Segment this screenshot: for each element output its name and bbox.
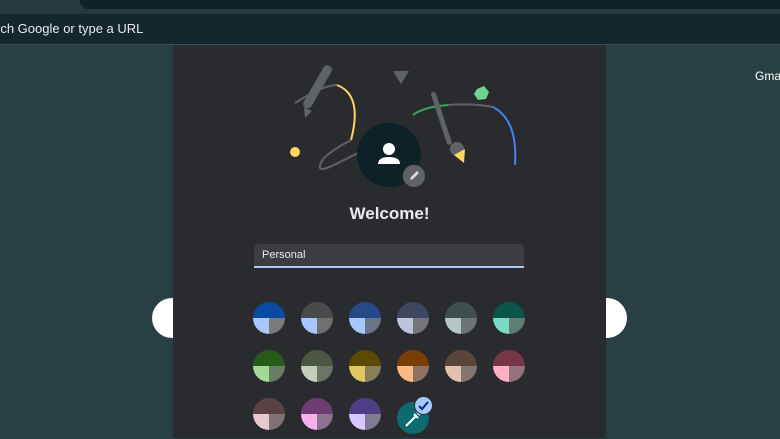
swatch-segment bbox=[349, 302, 381, 318]
swatch-segment bbox=[301, 318, 317, 334]
color-swatch[interactable] bbox=[349, 350, 381, 382]
color-swatch[interactable] bbox=[397, 302, 429, 334]
swatch-segment bbox=[445, 366, 461, 382]
swatch-segment bbox=[253, 350, 285, 366]
swatch-segment bbox=[349, 414, 365, 430]
address-bar[interactable]: rch Google or type a URL bbox=[0, 14, 780, 45]
swatch-segment bbox=[301, 366, 317, 382]
swatch-segment bbox=[253, 366, 269, 382]
color-swatch[interactable] bbox=[253, 302, 285, 334]
swatch-segment bbox=[493, 302, 525, 318]
color-swatch[interactable] bbox=[445, 302, 477, 334]
pen-icon bbox=[303, 65, 332, 118]
swatch-segment bbox=[301, 398, 333, 414]
swatch-segment bbox=[397, 366, 413, 382]
welcome-title: Welcome! bbox=[349, 204, 430, 223]
swatch-segment bbox=[493, 318, 509, 334]
color-swatch[interactable] bbox=[301, 350, 333, 382]
selected-check-icon bbox=[414, 396, 433, 415]
brush-icon bbox=[430, 91, 465, 163]
swatch-segment bbox=[317, 318, 333, 334]
swatch-segment bbox=[493, 350, 525, 366]
swatch-segment bbox=[349, 398, 381, 414]
edit-avatar-button[interactable] bbox=[402, 164, 426, 188]
swatch-segment bbox=[301, 350, 333, 366]
hexagon-icon bbox=[474, 86, 489, 100]
color-swatch[interactable] bbox=[253, 398, 285, 430]
swatch-segment bbox=[445, 302, 477, 318]
omnibox-placeholder: rch Google or type a URL bbox=[0, 21, 144, 36]
color-swatch[interactable] bbox=[253, 350, 285, 382]
swatch-segment bbox=[413, 366, 429, 382]
swatch-segment bbox=[445, 318, 461, 334]
swatch-segment bbox=[509, 366, 525, 382]
swatch-segment bbox=[317, 414, 333, 430]
color-swatch[interactable] bbox=[349, 398, 381, 430]
swatch-segment bbox=[397, 302, 429, 318]
color-swatch[interactable] bbox=[493, 350, 525, 382]
swatch-segment bbox=[413, 318, 429, 334]
swatch-segment bbox=[493, 366, 509, 382]
swatch-segment bbox=[253, 414, 269, 430]
swatch-segment bbox=[301, 414, 317, 430]
color-swatch[interactable] bbox=[493, 302, 525, 334]
color-swatch[interactable] bbox=[301, 398, 333, 430]
swatch-segment bbox=[269, 414, 285, 430]
swatch-segment bbox=[269, 366, 285, 382]
browser-top-bar bbox=[0, 0, 780, 14]
dot-icon bbox=[290, 147, 300, 157]
swatch-segment bbox=[349, 318, 365, 334]
color-swatch[interactable] bbox=[397, 350, 429, 382]
swatch-segment bbox=[445, 350, 477, 366]
color-swatch[interactable] bbox=[445, 350, 477, 382]
swatch-segment bbox=[365, 318, 381, 334]
color-swatch[interactable] bbox=[349, 302, 381, 334]
swatch-segment bbox=[461, 318, 477, 334]
swatch-segment bbox=[317, 366, 333, 382]
swatch-segment bbox=[253, 302, 285, 318]
swatch-segment bbox=[349, 366, 365, 382]
swatch-segment bbox=[253, 318, 269, 334]
pencil-icon bbox=[410, 171, 419, 180]
profile-customization-dialog: Welcome! bbox=[173, 45, 606, 438]
triangle-icon bbox=[393, 71, 409, 84]
swatch-segment bbox=[509, 318, 525, 334]
swatch-segment bbox=[349, 350, 381, 366]
swatch-segment bbox=[365, 366, 381, 382]
swatch-segment bbox=[397, 350, 429, 366]
swatch-segment bbox=[461, 366, 477, 382]
profile-name-input[interactable] bbox=[254, 244, 524, 268]
swatch-segment bbox=[365, 414, 381, 430]
swatch-segment bbox=[397, 318, 413, 334]
tab-strip bbox=[80, 0, 780, 9]
gmail-link[interactable]: Gmail bbox=[755, 69, 780, 83]
swatch-segment bbox=[253, 398, 285, 414]
color-swatch[interactable] bbox=[301, 302, 333, 334]
swatch-segment bbox=[301, 302, 333, 318]
swatch-segment bbox=[269, 318, 285, 334]
